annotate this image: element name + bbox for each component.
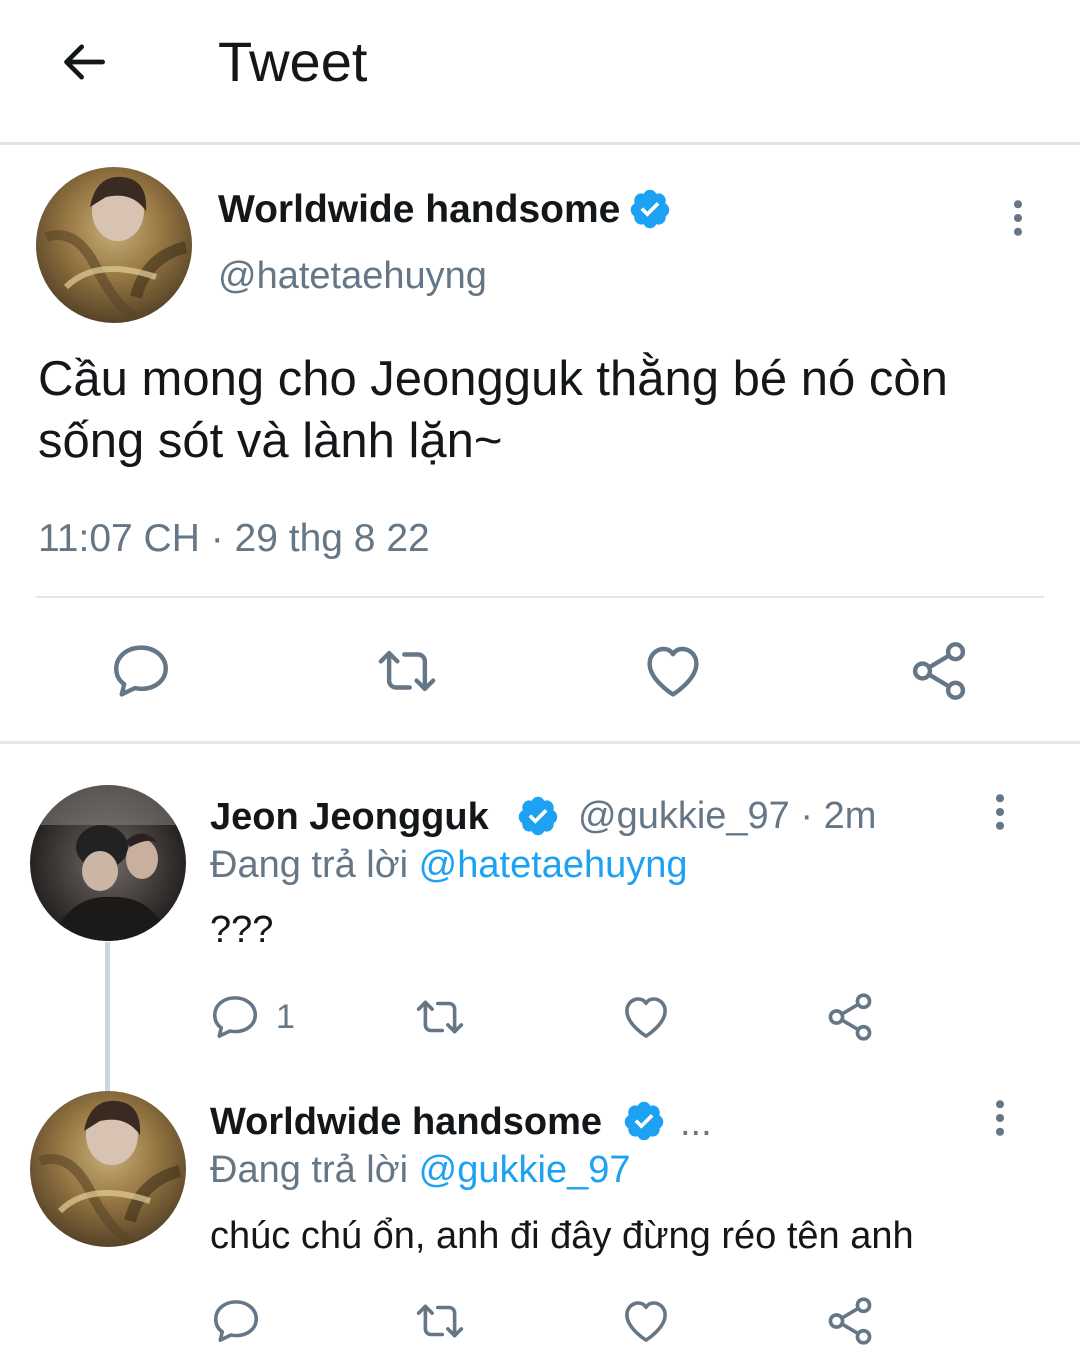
verified-badge-icon — [516, 794, 560, 838]
top-bar: Tweet — [0, 0, 1080, 142]
author-name[interactable]: Worldwide handsome — [210, 1099, 602, 1145]
like-icon — [619, 1294, 673, 1348]
replying-to: Đang trả lời @gukkie_97 — [210, 1146, 631, 1194]
reply-icon — [108, 638, 174, 704]
share-icon — [906, 638, 972, 704]
handle-truncation: ... — [680, 1102, 712, 1144]
reply-text: chúc chú ổn, anh đi đây đừng réo tên anh — [210, 1215, 914, 1257]
retweet-icon — [411, 990, 469, 1044]
reply-button[interactable] — [106, 636, 176, 706]
mention-link[interactable]: @gukkie_97 — [419, 1149, 631, 1191]
author-name[interactable]: Worldwide handsome — [218, 186, 620, 234]
share-icon — [823, 990, 877, 1044]
retweet-icon — [411, 1294, 469, 1348]
retweet-button[interactable] — [410, 990, 470, 1044]
avatar[interactable] — [30, 1091, 186, 1247]
like-button[interactable] — [638, 636, 708, 706]
avatar-image — [30, 1091, 186, 1247]
share-button[interactable] — [822, 990, 878, 1044]
retweet-button[interactable] — [410, 1294, 470, 1348]
mention-link[interactable]: @hatetaehuyng — [419, 844, 688, 886]
share-icon — [823, 1294, 877, 1348]
replying-to: Đang trả lời @hatetaehuyng — [210, 841, 688, 889]
reply-button[interactable] — [208, 1294, 264, 1348]
more-options-icon[interactable] — [996, 196, 1040, 240]
reply-icon — [208, 990, 262, 1044]
like-icon — [619, 990, 673, 1044]
reply-count: 1 — [276, 997, 295, 1036]
verified-badge-icon — [622, 1099, 666, 1143]
arrow-left-icon — [64, 44, 105, 80]
section-divider — [0, 741, 1080, 744]
avatar-image — [36, 167, 192, 323]
author-handle-time[interactable]: @gukkie_97 · 2m — [578, 792, 876, 840]
avatar-image — [30, 785, 186, 941]
like-button[interactable] — [618, 1294, 674, 1348]
page-title: Tweet — [218, 30, 368, 93]
verified-badge-icon — [628, 187, 672, 231]
retweet-icon — [371, 638, 443, 704]
tweet-timestamp[interactable]: 11:07 CH · 29 thg 8 22 — [38, 514, 430, 564]
avatar[interactable] — [36, 167, 192, 323]
replying-prefix: Đang trả lời — [210, 1149, 419, 1191]
reply-button[interactable]: 1 — [208, 990, 295, 1044]
share-button[interactable] — [904, 636, 974, 706]
header-divider — [0, 142, 1080, 145]
retweet-button[interactable] — [370, 636, 444, 706]
like-button[interactable] — [618, 990, 674, 1044]
like-icon — [640, 638, 706, 704]
tweet-text: Cầu mong cho Jeongguk thằng bé nó còn số… — [38, 352, 948, 468]
author-handle[interactable]: @hatetaehuyng — [218, 252, 487, 300]
replying-prefix: Đang trả lời — [210, 844, 419, 886]
author-name[interactable]: Jeon Jeongguk — [210, 794, 489, 840]
share-button[interactable] — [822, 1294, 878, 1348]
back-button[interactable] — [48, 26, 120, 98]
avatar[interactable] — [30, 785, 186, 941]
reply-icon — [209, 1294, 263, 1348]
thread-line — [105, 942, 110, 1094]
divider — [36, 596, 1044, 598]
more-options-icon[interactable] — [978, 790, 1022, 834]
more-options-icon[interactable] — [978, 1096, 1022, 1140]
reply-text: ??? — [210, 909, 274, 951]
